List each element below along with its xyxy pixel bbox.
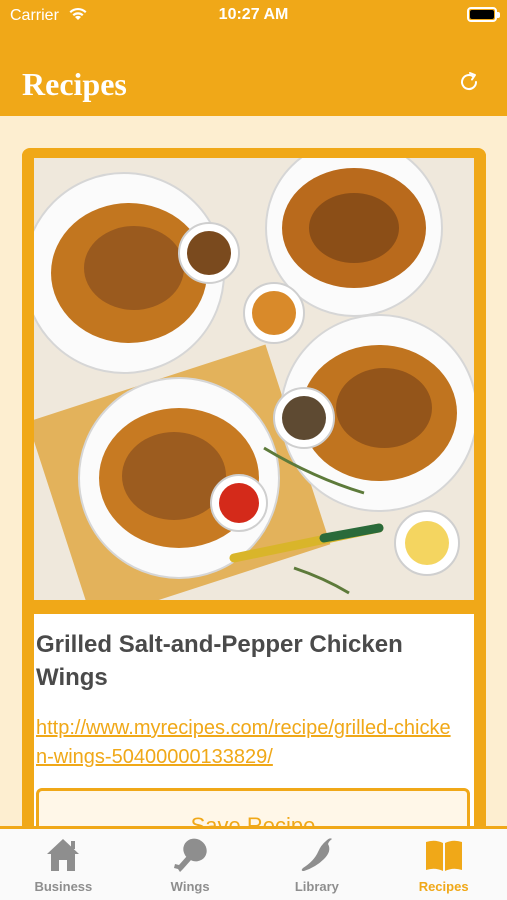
tab-wings[interactable]: Wings xyxy=(127,829,254,900)
tab-label: Wings xyxy=(170,879,210,894)
tab-bar: Business Wings Library Recipes xyxy=(0,826,507,900)
recipe-card: Grilled Salt-and-Pepper Chicken Wings ht… xyxy=(22,148,486,826)
tab-recipes[interactable]: Recipes xyxy=(380,829,507,900)
status-bar: Carrier 10:27 AM xyxy=(0,0,507,34)
tab-library[interactable]: Library xyxy=(254,829,381,900)
tab-label: Business xyxy=(34,879,93,894)
navigation-bar: Recipes xyxy=(0,34,507,116)
recipe-title: Grilled Salt-and-Pepper Chicken Wings xyxy=(36,631,403,691)
page-title: Recipes xyxy=(22,66,127,102)
recipe-content[interactable]: Grilled Salt-and-Pepper Chicken Wings ht… xyxy=(0,116,507,826)
tab-business[interactable]: Business xyxy=(0,829,127,900)
chili-pepper-icon xyxy=(301,838,332,871)
card-divider xyxy=(34,600,474,614)
open-book-icon xyxy=(425,840,462,871)
battery-icon xyxy=(467,7,500,22)
tab-label: Library xyxy=(294,879,339,894)
refresh-icon[interactable] xyxy=(457,70,481,94)
status-time: 10:27 AM xyxy=(218,6,289,23)
tab-label: Recipes xyxy=(418,879,469,894)
house-icon xyxy=(47,839,80,871)
recipe-photo xyxy=(34,158,474,600)
drumstick-icon xyxy=(174,838,207,872)
save-recipe-button[interactable]: Save Recipe xyxy=(36,788,470,826)
recipe-url-link[interactable]: http://www.myrecipes.com/recipe/grilled-… xyxy=(36,714,456,772)
